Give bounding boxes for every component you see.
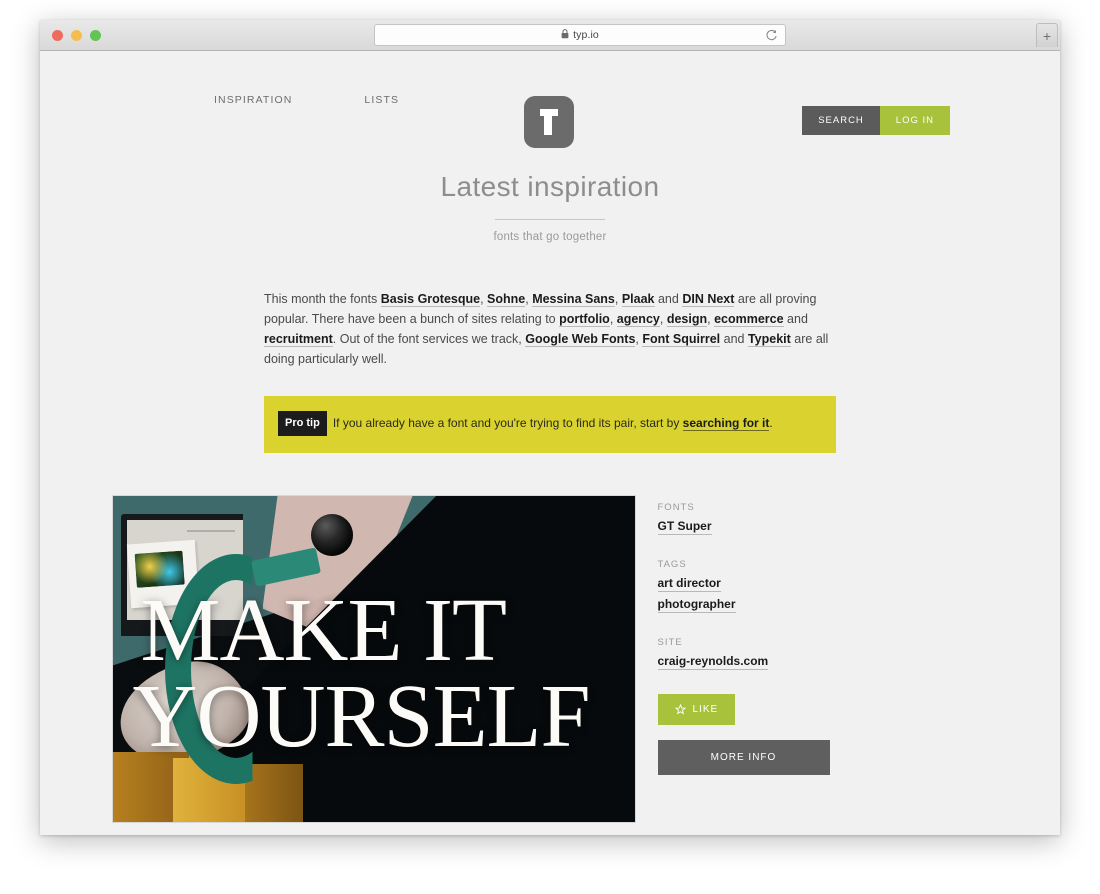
zoom-window-button[interactable] — [90, 30, 101, 41]
meta-label-site: SITE — [657, 637, 683, 648]
pro-tip-link[interactable]: searching for it — [682, 416, 770, 431]
star-icon — [674, 704, 686, 715]
intro-link[interactable]: Google Web Fonts — [525, 332, 636, 347]
more-info-button[interactable]: MORE INFO — [657, 740, 830, 775]
intro-link[interactable]: Font Squirrel — [642, 332, 721, 347]
url-text: typ.io — [573, 29, 599, 41]
page-title: Latest inspiration — [440, 171, 660, 202]
intro-link[interactable]: recruitment — [264, 332, 333, 347]
hero-artwork: MAKE IT YOURSELF — [112, 496, 635, 822]
reload-icon[interactable] — [765, 29, 778, 42]
card-image-make-it-yourself[interactable]: MAKE IT YOURSELF — [111, 495, 636, 823]
hero-headline: MAKE IT YOURSELF — [133, 586, 611, 762]
intro-link[interactable]: design — [666, 312, 708, 327]
page-title-block: Latest inspiration fonts that go togethe… — [40, 171, 1060, 243]
login-button[interactable]: LOG IN — [879, 106, 950, 135]
meta-group-fonts: FONTS GT Super — [657, 502, 989, 535]
meta-value-font[interactable]: GT Super — [657, 519, 712, 535]
lock-icon — [561, 26, 569, 44]
page-subtitle: fonts that go together — [493, 231, 607, 243]
like-button[interactable]: LIKE — [657, 694, 736, 725]
minimize-window-button[interactable] — [71, 30, 82, 41]
meta-group-site: SITE craig-reynolds.com — [657, 637, 989, 670]
nav-item-inspiration[interactable]: INSPIRATION — [214, 94, 292, 106]
hero-line-1: MAKE IT — [140, 581, 507, 680]
address-bar[interactable]: typ.io — [374, 24, 786, 46]
intro-link[interactable]: portfolio — [559, 312, 610, 327]
hero-line-2: YOURSELF — [132, 667, 591, 766]
close-window-button[interactable] — [52, 30, 63, 41]
intro-link[interactable]: DIN Next — [682, 292, 735, 307]
content-column: This month the fonts Basis Grotesque, So… — [264, 289, 836, 453]
meta-value-site[interactable]: craig-reynolds.com — [657, 654, 769, 670]
meta-value-tag-1[interactable]: art director — [657, 576, 721, 592]
page-viewport: INSPIRATION LISTS SEARCH LOG IN Latest i… — [40, 51, 1060, 835]
card-actions: LIKE MORE INFO — [657, 694, 989, 775]
pro-tip-text-after: . — [769, 416, 773, 430]
title-divider — [495, 219, 605, 220]
meta-label-tags: TAGS — [657, 559, 687, 570]
intro-link[interactable]: agency — [616, 312, 660, 327]
intro-link[interactable]: ecommerce — [714, 312, 784, 327]
intro-paragraph: This month the fonts Basis Grotesque, So… — [264, 292, 829, 366]
intro-link[interactable]: Messina Sans — [532, 292, 615, 307]
search-button[interactable]: SEARCH — [802, 106, 880, 135]
main-navigation: INSPIRATION LISTS — [214, 94, 399, 106]
meta-label-fonts: FONTS — [657, 502, 695, 513]
intro-link[interactable]: Basis Grotesque — [380, 292, 481, 307]
pro-tip-badge: Pro tip — [278, 411, 327, 436]
site-logo[interactable] — [524, 96, 574, 148]
pro-tip-callout: Pro tip If you already have a font and yo… — [264, 396, 836, 453]
browser-chrome: typ.io + — [40, 20, 1060, 51]
intro-link[interactable]: Plaak — [621, 292, 655, 307]
pro-tip-text: If you already have a font and you're tr… — [332, 416, 683, 430]
inspiration-card: MAKE IT YOURSELF FONTS GT Super TAGS art… — [111, 495, 989, 823]
nav-item-lists[interactable]: LISTS — [364, 94, 399, 106]
logo-glyph-icon — [540, 109, 558, 135]
new-tab-button[interactable]: + — [1036, 23, 1058, 47]
site-header: INSPIRATION LISTS SEARCH LOG IN — [40, 51, 1060, 148]
intro-link[interactable]: Sohne — [487, 292, 526, 307]
header-actions: SEARCH LOG IN — [802, 106, 950, 135]
meta-group-tags: TAGS art director photographer — [657, 559, 989, 613]
window-controls — [52, 30, 101, 41]
browser-window: typ.io + INSPIRATION LISTS SEARCH LOG IN… — [40, 20, 1060, 835]
meta-value-tag-2[interactable]: photographer — [657, 597, 736, 613]
like-label: LIKE — [692, 704, 719, 715]
intro-link[interactable]: Typekit — [747, 332, 791, 347]
sphere-shape — [310, 514, 353, 556]
card-metadata: FONTS GT Super TAGS art director photogr… — [657, 495, 989, 823]
